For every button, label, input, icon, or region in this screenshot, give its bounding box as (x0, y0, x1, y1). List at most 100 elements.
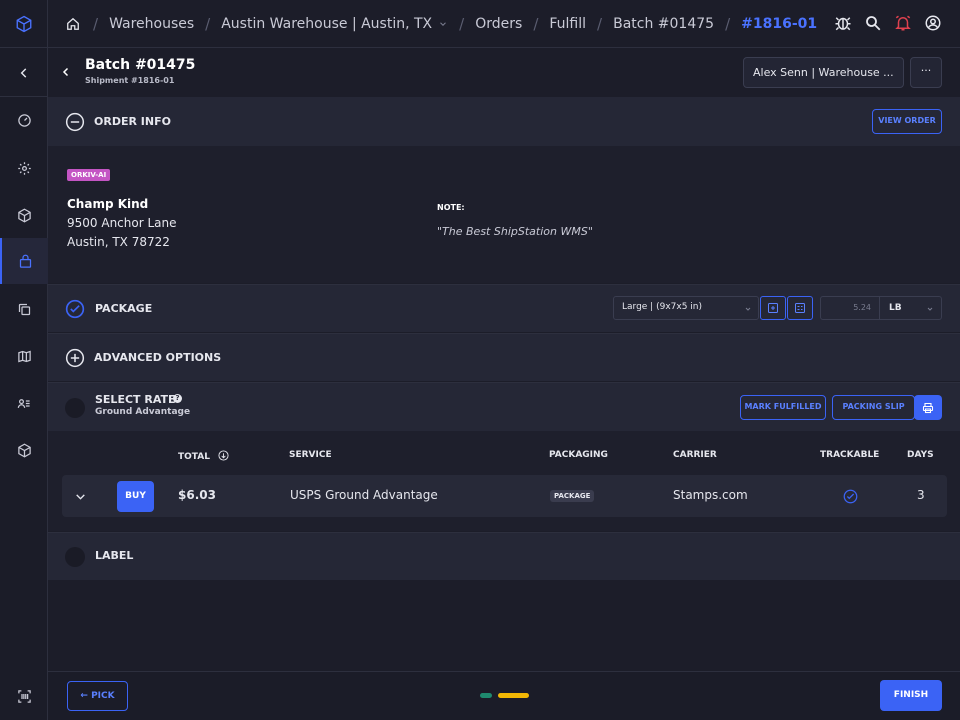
advanced-options-header[interactable]: ADVANCED OPTIONS (48, 333, 960, 381)
buy-button[interactable]: BUY (117, 481, 154, 512)
box-list-icon (795, 303, 805, 313)
sidebar-item-locations[interactable] (0, 336, 48, 376)
sidebar-item-products[interactable] (0, 195, 48, 235)
select-rate-subtitle: Ground Advantage (95, 407, 191, 417)
add-box-button[interactable] (760, 296, 786, 320)
sidebar-item-orders[interactable] (0, 238, 48, 284)
sidebar (0, 0, 48, 720)
breadcrumb-separator: / (597, 14, 603, 33)
chevron-down-icon[interactable] (438, 19, 448, 29)
column-header-carrier[interactable]: CARRIER (673, 450, 717, 460)
column-header-days[interactable]: DAYS (907, 450, 934, 460)
expand-plus-icon[interactable] (65, 348, 85, 368)
bug-icon[interactable] (834, 14, 852, 32)
order-info-body (48, 146, 960, 283)
breadcrumb-fulfill[interactable]: Fulfill (549, 16, 586, 32)
breadcrumb-warehouse-select[interactable]: Austin Warehouse | Austin, TX (221, 16, 432, 32)
sidebar-item-settings[interactable] (0, 148, 48, 188)
package-icon (17, 443, 31, 457)
breadcrumb: / Warehouses / Austin Warehouse | Austin… (66, 15, 817, 33)
breadcrumb-separator: / (725, 14, 731, 33)
column-header-total-label: TOTAL (178, 452, 210, 462)
note-label: NOTE: (437, 203, 465, 212)
alarm-bell-icon[interactable] (894, 14, 912, 32)
rate-total: $6.03 (178, 488, 216, 502)
address-line2: Austin, TX 78722 (67, 235, 170, 249)
copy-icon (18, 303, 30, 315)
column-header-trackable[interactable]: TRACKABLE (820, 450, 879, 460)
weight-unit-value: LB (889, 303, 902, 313)
order-info-title: ORDER INFO (94, 115, 171, 128)
step-circle-icon (65, 547, 85, 567)
finish-button[interactable]: FINISH (880, 680, 942, 711)
user-list-icon (17, 398, 30, 408)
packing-slip-button[interactable]: PACKING SLIP (832, 395, 915, 420)
column-header-total[interactable]: TOTAL (178, 450, 229, 462)
address-line1: 9500 Anchor Lane (67, 216, 177, 230)
select-rate-title: SELECT RATE (95, 393, 176, 406)
search-icon[interactable] (864, 14, 882, 32)
mark-fulfilled-button[interactable]: MARK FULFILLED (740, 395, 826, 420)
empty-area (48, 580, 960, 671)
chevron-down-icon (927, 307, 933, 311)
breadcrumb-batch[interactable]: Batch #01475 (613, 16, 714, 32)
expand-row-button[interactable] (74, 490, 87, 503)
arrow-left-icon: ← (80, 691, 92, 701)
weight-input[interactable]: 5.24 (820, 296, 880, 320)
help-icon[interactable]: ? (173, 394, 182, 403)
breadcrumb-orders[interactable]: Orders (475, 16, 522, 32)
box-size-value: Large | (9x7x5 in) (622, 302, 702, 312)
sidebar-item-packages[interactable] (0, 430, 48, 470)
packaging-badge: PACKAGE (550, 490, 595, 502)
pick-button[interactable]: ← PICK (67, 681, 128, 711)
home-icon[interactable] (66, 17, 80, 31)
advanced-options-title: ADVANCED OPTIONS (94, 351, 222, 364)
rate-carrier: Stamps.com (673, 488, 748, 502)
breadcrumb-current: #1816-01 (741, 15, 818, 32)
gear-icon (17, 161, 31, 175)
customer-name: Champ Kind (67, 197, 149, 211)
printer-icon (922, 402, 934, 413)
cube-logo-icon (16, 15, 31, 32)
progress-step-current (498, 693, 529, 698)
map-icon (17, 350, 31, 362)
breadcrumb-separator: / (533, 14, 539, 33)
app-logo[interactable] (0, 0, 47, 48)
order-info-header[interactable]: ORDER INFO VIEW ORDER (48, 97, 960, 146)
check-circle-icon (65, 299, 85, 319)
chevron-down-icon (76, 494, 85, 500)
user-select[interactable]: Alex Senn | Warehouse ... (743, 57, 904, 88)
account-icon[interactable] (924, 14, 942, 32)
view-order-button[interactable]: VIEW ORDER (872, 109, 942, 134)
source-badge: ORKIV-AI (67, 169, 111, 181)
rate-service: USPS Ground Advantage (290, 488, 438, 502)
box-size-select[interactable]: Large | (9x7x5 in) (613, 296, 759, 320)
sort-arrow-down-icon (218, 450, 229, 461)
pick-label: PICK (91, 691, 115, 701)
more-options-button[interactable]: ··· (910, 57, 942, 88)
back-button[interactable] (60, 66, 72, 78)
column-header-packaging[interactable]: PACKAGING (549, 450, 608, 460)
sidebar-item-scanner[interactable] (0, 676, 48, 716)
note-text: "The Best ShipStation WMS" (437, 225, 593, 238)
label-title: LABEL (95, 549, 134, 562)
collapse-sidebar-button[interactable] (0, 53, 48, 93)
chevron-left-icon (62, 67, 69, 77)
breadcrumb-warehouses[interactable]: Warehouses (109, 16, 194, 32)
column-header-service[interactable]: SERVICE (289, 450, 332, 460)
sidebar-item-users[interactable] (0, 383, 48, 423)
progress-step-done (480, 693, 492, 698)
breadcrumb-separator: / (205, 14, 211, 33)
sidebar-item-dashboard[interactable] (0, 100, 48, 140)
weight-unit-select[interactable]: LB (880, 296, 942, 320)
collapse-minus-icon[interactable] (65, 112, 85, 132)
breadcrumb-separator: / (459, 14, 465, 33)
step-circle-icon (65, 398, 85, 418)
box-list-button[interactable] (787, 296, 813, 320)
sidebar-item-transfers[interactable] (0, 289, 48, 329)
print-packing-slip-button[interactable] (914, 395, 942, 420)
box-icon (17, 208, 31, 222)
chevron-down-icon (745, 307, 751, 311)
trackable-check-icon (843, 489, 858, 504)
breadcrumb-separator: / (93, 14, 99, 33)
